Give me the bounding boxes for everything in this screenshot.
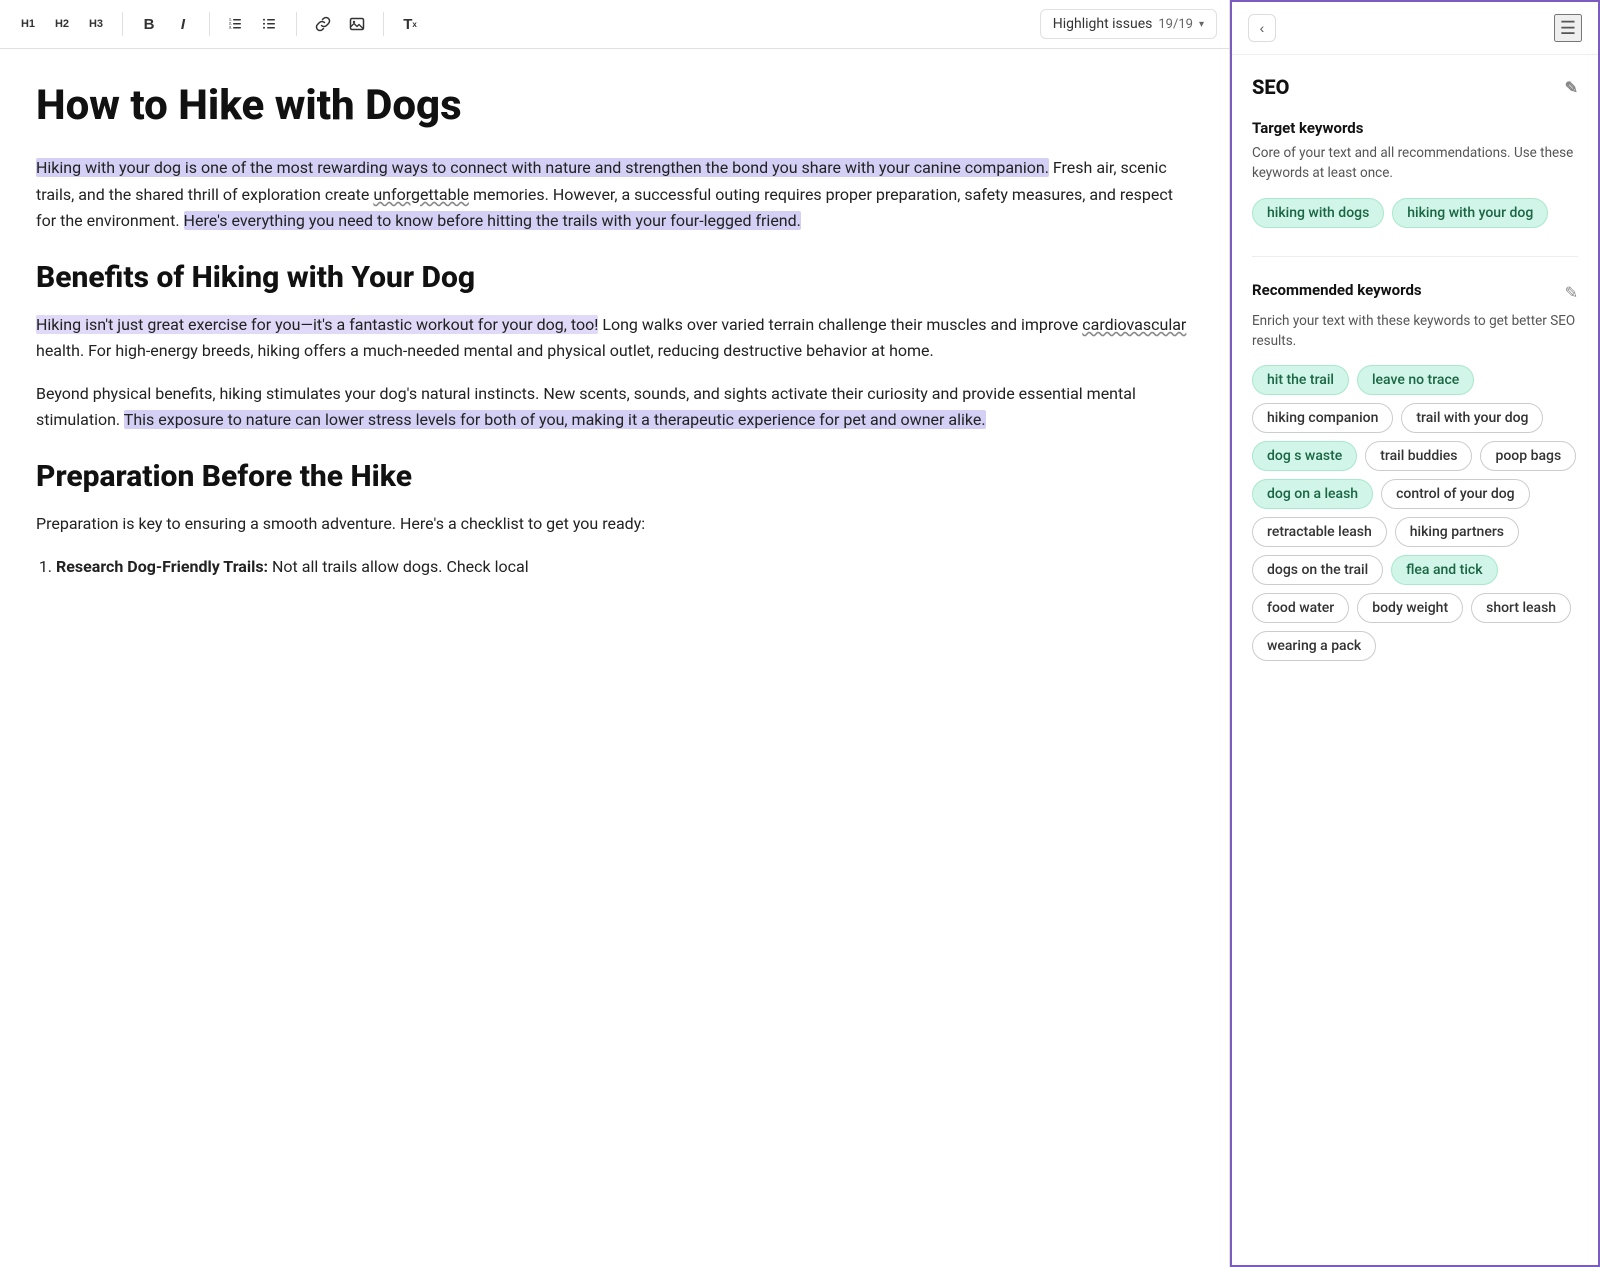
chevron-down-icon: ▾ bbox=[1199, 19, 1204, 30]
recommended-keywords-list: hit the trail leave no trace hiking compan… bbox=[1252, 365, 1578, 661]
keyword-tag[interactable]: poop bags bbox=[1480, 441, 1576, 471]
seo-title-row: SEO ✎ bbox=[1252, 75, 1578, 99]
highlight-benefits-1: Hiking isn't just great exercise for you… bbox=[36, 315, 598, 334]
benefits-p1: Hiking isn't just great exercise for you… bbox=[36, 312, 1193, 365]
editor-wrapper: H1 H2 H3 B I 1. 2. 3. bbox=[0, 0, 1230, 1267]
bold-button[interactable]: B bbox=[133, 8, 165, 40]
toolbar: H1 H2 H3 B I 1. 2. 3. bbox=[0, 0, 1229, 49]
format-group: B I bbox=[133, 8, 199, 40]
unordered-list-button[interactable] bbox=[254, 8, 286, 40]
italic-button[interactable]: I bbox=[167, 8, 199, 40]
sidebar-topbar: ‹ ☰ bbox=[1232, 2, 1598, 55]
insert-group bbox=[307, 8, 373, 40]
target-keywords-desc: Core of your text and all recommendation… bbox=[1252, 143, 1578, 184]
keyword-tag[interactable]: dog on a leash bbox=[1252, 479, 1373, 509]
list-item-1-text: Not all trails allow dogs. Check local bbox=[268, 557, 529, 576]
preparation-p1: Preparation is key to ensuring a smooth … bbox=[36, 511, 1193, 537]
svg-text:3.: 3. bbox=[229, 26, 232, 30]
target-keywords-section: Target keywords Core of your text and al… bbox=[1252, 119, 1578, 228]
keyword-tag[interactable]: flea and tick bbox=[1391, 555, 1497, 585]
recommended-keywords-title: Recommended keywords bbox=[1252, 281, 1422, 299]
preparation-list: Research Dog-Friendly Trails: Not all tr… bbox=[36, 554, 1193, 580]
keyword-tag[interactable]: food water bbox=[1252, 593, 1349, 623]
highlight-issues-dropdown[interactable]: Highlight issues 19/19 ▾ bbox=[1040, 9, 1217, 39]
ordered-list-button[interactable]: 1. 2. 3. bbox=[220, 8, 252, 40]
list-group: 1. 2. 3. bbox=[220, 8, 286, 40]
highlight-benefits-2: This exposure to nature can lower stress… bbox=[124, 410, 986, 429]
keyword-tag[interactable]: hiking with dogs bbox=[1252, 198, 1384, 228]
intro-wavy-1: unforgettable bbox=[373, 185, 469, 204]
keyword-tag[interactable]: short leash bbox=[1471, 593, 1571, 623]
keyword-tag[interactable]: dog s waste bbox=[1252, 441, 1357, 471]
target-keywords-title: Target keywords bbox=[1252, 119, 1578, 137]
sidebar-content: SEO ✎ Target keywords Core of your text … bbox=[1232, 55, 1598, 1265]
clear-format-button[interactable]: Tx bbox=[394, 8, 426, 40]
preparation-section: Preparation Before the Hike Preparation … bbox=[36, 458, 1193, 580]
target-keywords-list: hiking with dogs hiking with your dog bbox=[1252, 198, 1578, 228]
section-divider bbox=[1252, 256, 1578, 257]
keyword-tag[interactable]: wearing a pack bbox=[1252, 631, 1376, 661]
divider-3 bbox=[296, 12, 297, 36]
keyword-tag[interactable]: trail with your dog bbox=[1401, 403, 1543, 433]
keyword-tag[interactable]: hiking partners bbox=[1395, 517, 1519, 547]
benefits-title: Benefits of Hiking with Your Dog bbox=[36, 259, 1193, 297]
keyword-tag[interactable]: control of your dog bbox=[1381, 479, 1530, 509]
preparation-title: Preparation Before the Hike bbox=[36, 458, 1193, 496]
benefits-p2: Beyond physical benefits, hiking stimula… bbox=[36, 381, 1193, 434]
highlight-label: Highlight issues bbox=[1053, 16, 1153, 32]
h3-button[interactable]: H3 bbox=[80, 8, 112, 40]
keyword-tag[interactable]: dogs on the trail bbox=[1252, 555, 1383, 585]
h1-button[interactable]: H1 bbox=[12, 8, 44, 40]
seo-edit-icon[interactable]: ✎ bbox=[1565, 78, 1578, 97]
seo-title-label: SEO bbox=[1252, 75, 1289, 99]
image-button[interactable] bbox=[341, 8, 373, 40]
highlight-intro-2: Here's everything you need to know befor… bbox=[184, 211, 801, 230]
seo-sidebar: ‹ ☰ SEO ✎ Target keywords Core of your t… bbox=[1230, 0, 1600, 1267]
keyword-tag[interactable]: retractable leash bbox=[1252, 517, 1387, 547]
intro-section: Hiking with your dog is one of the most … bbox=[36, 155, 1193, 234]
benefits-wavy: cardiovascular bbox=[1082, 315, 1186, 334]
recommended-keywords-desc: Enrich your text with these keywords to … bbox=[1252, 311, 1578, 352]
list-item-1-bold: Research Dog-Friendly Trails: bbox=[56, 557, 268, 576]
heading-group: H1 H2 H3 bbox=[12, 8, 112, 40]
keyword-tag[interactable]: hiking companion bbox=[1252, 403, 1393, 433]
benefits-plain-2: health. For high-energy breeds, hiking o… bbox=[36, 341, 934, 360]
recommended-header: Recommended keywords ✎ bbox=[1252, 281, 1578, 305]
divider-1 bbox=[122, 12, 123, 36]
sidebar-back-button[interactable]: ‹ bbox=[1248, 14, 1276, 42]
keyword-tag[interactable]: hit the trail bbox=[1252, 365, 1349, 395]
doc-title: How to Hike with Dogs bbox=[36, 81, 1193, 131]
divider-2 bbox=[209, 12, 210, 36]
benefits-section: Benefits of Hiking with Your Dog Hiking … bbox=[36, 259, 1193, 434]
editor-content: How to Hike with Dogs Hiking with your d… bbox=[0, 49, 1229, 1267]
link-button[interactable] bbox=[307, 8, 339, 40]
keyword-tag[interactable]: trail buddies bbox=[1365, 441, 1472, 471]
keyword-tag[interactable]: leave no trace bbox=[1357, 365, 1474, 395]
benefits-plain-1: Long walks over varied terrain challenge… bbox=[598, 315, 1082, 334]
divider-4 bbox=[383, 12, 384, 36]
highlight-count: 19/19 bbox=[1158, 17, 1193, 32]
recommended-keywords-section: Recommended keywords ✎ Enrich your text … bbox=[1252, 281, 1578, 662]
highlight-intro-1: Hiking with your dog is one of the most … bbox=[36, 158, 1049, 177]
recommended-edit-icon[interactable]: ✎ bbox=[1565, 283, 1578, 302]
h2-button[interactable]: H2 bbox=[46, 8, 78, 40]
sidebar-menu-button[interactable]: ☰ bbox=[1554, 14, 1582, 42]
keyword-tag[interactable]: body weight bbox=[1357, 593, 1463, 623]
list-item-1: Research Dog-Friendly Trails: Not all tr… bbox=[56, 554, 1193, 580]
keyword-tag[interactable]: hiking with your dog bbox=[1392, 198, 1548, 228]
intro-paragraph: Hiking with your dog is one of the most … bbox=[36, 155, 1193, 234]
